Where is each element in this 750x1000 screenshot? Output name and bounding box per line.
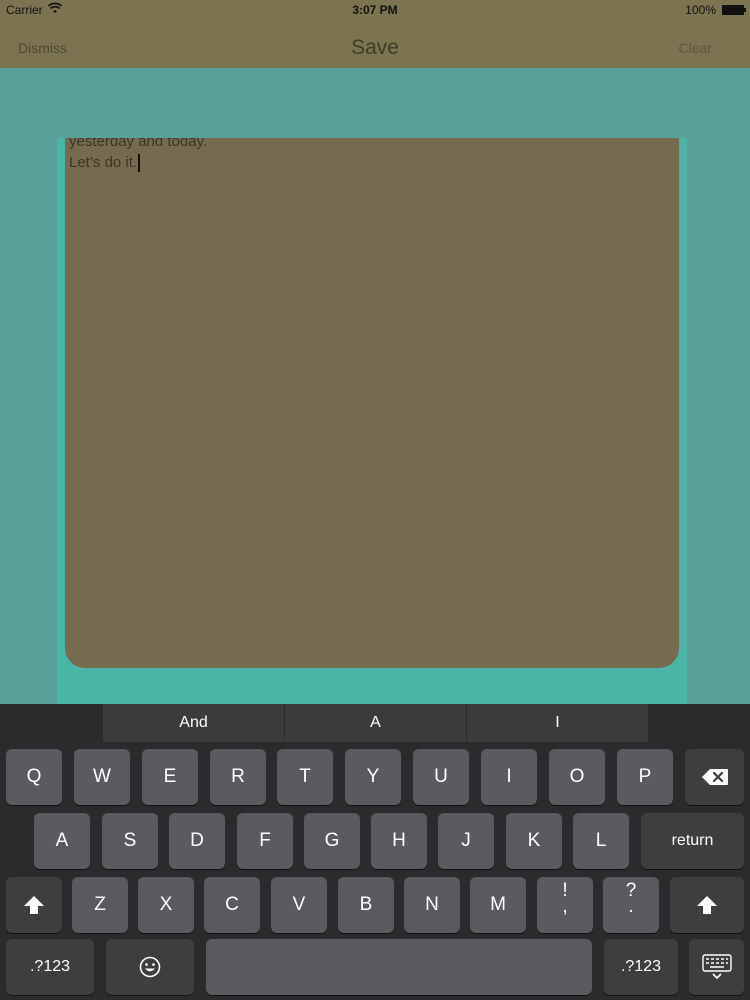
emoji-key[interactable] xyxy=(106,939,194,995)
battery-percent: 100% xyxy=(685,3,716,17)
key-a[interactable]: A xyxy=(34,813,90,869)
key-k[interactable]: K xyxy=(506,813,562,869)
key-w[interactable]: W xyxy=(74,749,130,805)
shift-key-right[interactable] xyxy=(670,877,744,933)
key-i[interactable]: I xyxy=(481,749,537,805)
key-s[interactable]: S xyxy=(102,813,158,869)
key-l[interactable]: L xyxy=(573,813,629,869)
key-o[interactable]: O xyxy=(549,749,605,805)
key-u[interactable]: U xyxy=(413,749,469,805)
note-line-1: yesterday and today. xyxy=(69,138,208,150)
key-x[interactable]: X xyxy=(138,877,194,933)
note-text-area[interactable]: yesterday and today. Let’s do it. xyxy=(65,138,679,668)
note-panel: yesterday and today. Let’s do it. xyxy=(57,138,687,704)
keyboard-dismiss-key[interactable] xyxy=(689,939,744,995)
space-key[interactable] xyxy=(206,939,592,995)
keyboard-dismiss-icon xyxy=(701,954,732,980)
key-z[interactable]: Z xyxy=(72,877,128,933)
backspace-icon xyxy=(701,769,728,785)
suggestion-i[interactable]: I xyxy=(467,704,648,742)
key-d[interactable]: D xyxy=(169,813,225,869)
navigation-bar: Dismiss Save Clear xyxy=(0,20,750,68)
shift-icon xyxy=(697,896,717,914)
key-y[interactable]: Y xyxy=(345,749,401,805)
key-h[interactable]: H xyxy=(371,813,427,869)
key-r[interactable]: R xyxy=(210,749,266,805)
suggestion-a[interactable]: A xyxy=(285,704,466,742)
return-key[interactable]: return xyxy=(641,813,744,869)
key-g[interactable]: G xyxy=(304,813,360,869)
key-v[interactable]: V xyxy=(271,877,327,933)
key-q[interactable]: Q xyxy=(6,749,62,805)
text-caret xyxy=(138,154,141,173)
numbers-key-left[interactable]: .?123 xyxy=(6,939,94,995)
status-bar: Carrier 3:07 PM 100% xyxy=(0,0,750,20)
shift-key-left[interactable] xyxy=(6,877,62,933)
battery-icon xyxy=(722,5,746,15)
key-question-period[interactable]: ? . xyxy=(603,877,659,933)
key-exclaim-comma[interactable]: ! , xyxy=(537,877,593,933)
numbers-key-right[interactable]: .?123 xyxy=(604,939,678,995)
key-e[interactable]: E xyxy=(142,749,198,805)
key-j[interactable]: J xyxy=(438,813,494,869)
key-p[interactable]: P xyxy=(617,749,673,805)
status-time: 3:07 PM xyxy=(352,3,398,17)
key-t[interactable]: T xyxy=(277,749,333,805)
suggestion-bar: And A I xyxy=(103,704,648,742)
keyboard: And A I Q W E R T Y U I O P A S D F G H … xyxy=(0,704,750,1000)
note-line-2-text: Let’s do it. xyxy=(69,154,138,171)
clear-button[interactable]: Clear xyxy=(679,40,712,56)
suggestion-and[interactable]: And xyxy=(103,704,284,742)
key-period-label: . xyxy=(628,896,634,917)
shift-icon xyxy=(24,896,44,914)
content-area: yesterday and today. Let’s do it. xyxy=(0,68,750,704)
key-n[interactable]: N xyxy=(404,877,460,933)
key-c[interactable]: C xyxy=(204,877,260,933)
key-comma-label: , xyxy=(562,896,568,917)
key-m[interactable]: M xyxy=(470,877,526,933)
save-button[interactable]: Save xyxy=(0,36,750,60)
key-f[interactable]: F xyxy=(237,813,293,869)
key-b[interactable]: B xyxy=(338,877,394,933)
delete-key[interactable] xyxy=(685,749,744,805)
emoji-icon xyxy=(139,956,161,978)
note-line-2: Let’s do it. xyxy=(69,154,141,173)
